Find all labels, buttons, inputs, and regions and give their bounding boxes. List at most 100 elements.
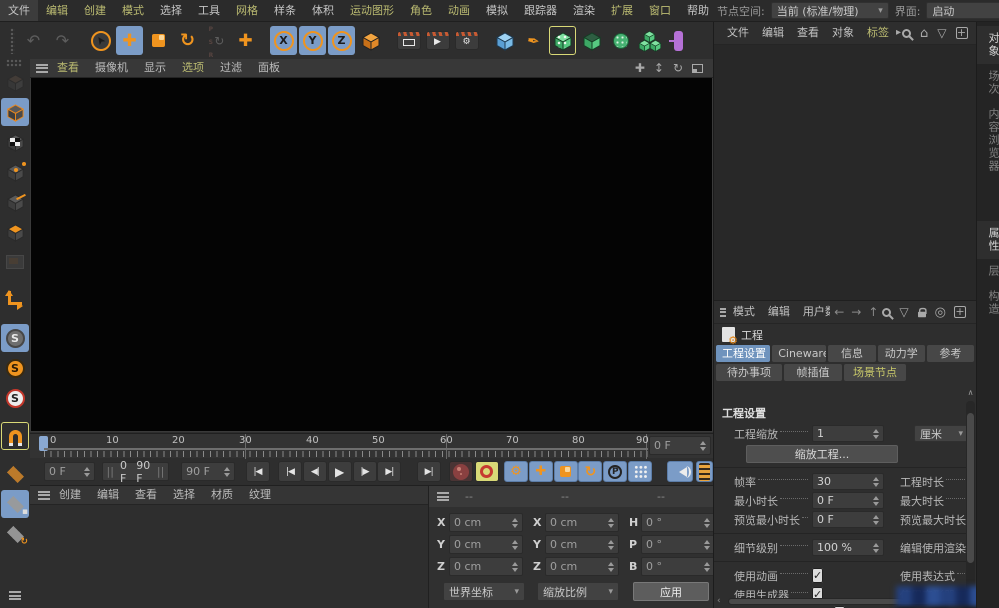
tab-todo[interactable]: 待办事项 [716, 364, 782, 381]
objman-menu-object[interactable]: 对象 [826, 22, 860, 44]
align-workplane-button[interactable]: ↻ [1, 520, 29, 548]
tab-layers-vertical[interactable]: 层 [977, 259, 999, 284]
apply-button[interactable]: 应用 [633, 582, 709, 601]
ruler-track[interactable]: 0 10 20 30 40 50 60 70 80 90 [44, 434, 648, 459]
spinner-icon[interactable] [873, 515, 879, 525]
zoom-view-icon[interactable]: ↕ [654, 62, 664, 74]
render-picture-viewer-button[interactable]: ▶ [424, 26, 451, 55]
scale-tool[interactable] [145, 26, 172, 55]
scrollbar-thumb[interactable] [967, 413, 974, 563]
range-display[interactable]: || 0 F 90 F || [102, 462, 170, 481]
material-menu-select[interactable]: 选择 [166, 486, 202, 504]
tab-reference[interactable]: 参考 [927, 345, 974, 362]
spinner-icon[interactable] [704, 540, 710, 550]
lod-field[interactable]: 100 % [812, 539, 884, 556]
field-force-button[interactable] [665, 26, 692, 55]
node-space-select[interactable]: 当前 (标准/物理) ▾ [771, 2, 889, 19]
scroll-up-icon[interactable]: ∧ [966, 389, 975, 397]
scale-x-field[interactable]: 0 cm [545, 513, 619, 532]
axis-z-toggle[interactable]: Z [328, 26, 355, 55]
objman-menu-file[interactable]: 文件 [721, 22, 755, 44]
scale-project-button[interactable]: 缩放工程... [746, 445, 898, 463]
attr-menu-edit[interactable]: 编辑 [762, 301, 796, 323]
material-menu-texture[interactable]: 纹理 [242, 486, 278, 504]
coordinate-system-toggle[interactable] [357, 26, 384, 55]
undo-button[interactable]: ↶ [20, 26, 47, 55]
tab-dynamics[interactable]: 动力学 [878, 345, 925, 362]
last-tool-psr[interactable]: PSR↻ [203, 26, 230, 55]
objman-menu-tags[interactable]: 标签 [861, 22, 895, 44]
coordinates-menu-icon[interactable] [437, 492, 449, 501]
start-frame-field[interactable]: 0 F [44, 462, 95, 481]
palette-grip[interactable] [6, 59, 22, 67]
search-icon[interactable] [882, 308, 891, 317]
material-menu-create[interactable]: 创建 [52, 486, 88, 504]
palette-menu-icon[interactable] [9, 591, 21, 600]
menu-mesh[interactable]: 网格 [228, 0, 266, 21]
tab-objects-vertical[interactable]: 对象 [977, 26, 999, 64]
tab-structure-vertical[interactable]: 构造 [977, 284, 999, 322]
menu-simulate[interactable]: 模拟 [478, 0, 516, 21]
tab-content-browser-vertical[interactable]: 内容浏览器 [977, 102, 999, 179]
spinner-icon[interactable] [873, 429, 879, 439]
chevron-right-icon[interactable]: ▸ [896, 28, 901, 38]
coordinate-mode-select[interactable]: 世界坐标▾ [443, 582, 525, 601]
point-mode-button[interactable] [1, 158, 29, 186]
rotation-b-field[interactable]: 0 ° [641, 557, 715, 576]
objman-menu-edit[interactable]: 编辑 [756, 22, 790, 44]
viewport-menu-icon[interactable] [36, 64, 48, 73]
subdivision-surface-button[interactable] [549, 26, 576, 55]
primitive-cube-button[interactable] [491, 26, 518, 55]
autokey-button[interactable] [475, 461, 499, 482]
play-button[interactable]: ▶ [328, 461, 352, 482]
goto-start-button[interactable]: |◀ [246, 461, 270, 482]
add-icon[interactable]: + [954, 306, 966, 318]
filter-icon[interactable]: ▽ [937, 27, 946, 39]
menu-mograph[interactable]: 运动图形 [342, 0, 402, 21]
attr-menu-mode[interactable]: 模式 [727, 301, 761, 323]
attribute-menu-icon[interactable] [720, 308, 726, 317]
home-icon[interactable]: ⌂ [920, 27, 928, 40]
spinner-icon[interactable] [512, 540, 518, 550]
toolbar-grip[interactable] [10, 28, 15, 54]
viewport-canvas[interactable] [30, 78, 713, 432]
project-scale-field[interactable]: 1 [812, 425, 884, 442]
position-y-field[interactable]: 0 cm [449, 535, 523, 554]
timeline-ruler[interactable]: 0 10 20 30 40 50 60 70 80 90 0 F [30, 433, 713, 458]
min-time-field[interactable]: 0 F [812, 492, 884, 509]
fps-field[interactable]: 30 [812, 473, 884, 490]
axis-y-toggle[interactable]: Y [299, 26, 326, 55]
vertical-scrollbar[interactable] [966, 401, 975, 596]
up-arrow-icon[interactable]: ↑ [865, 305, 881, 319]
menu-volume[interactable]: 体积 [304, 0, 342, 21]
tab-takes-vertical[interactable]: 场次 [977, 64, 999, 102]
lock-workplane-button[interactable]: ▪ [1, 490, 29, 518]
viewport-menu-view[interactable]: 查看 [50, 59, 86, 77]
position-x-field[interactable]: 0 cm [449, 513, 523, 532]
viewport-menu-panel[interactable]: 面板 [251, 59, 287, 77]
spinner-icon[interactable] [873, 496, 879, 506]
forward-arrow-icon[interactable]: → [848, 305, 864, 319]
generator-button[interactable] [578, 26, 605, 55]
render-view-button[interactable] [395, 26, 422, 55]
live-selection-tool[interactable]: ➤ [87, 26, 114, 55]
search-icon[interactable] [902, 29, 911, 38]
menu-character[interactable]: 角色 [402, 0, 440, 21]
viewport-menu-display[interactable]: 显示 [137, 59, 173, 77]
tab-info[interactable]: 信息 [828, 345, 875, 362]
next-frame-button[interactable]: |▶ [353, 461, 377, 482]
axis-mode-button[interactable] [1, 284, 29, 312]
deformer-button[interactable] [607, 26, 634, 55]
tab-frame-interpolation[interactable]: 帧插值 [784, 364, 842, 381]
prev-key-button[interactable]: |◀ [278, 461, 302, 482]
preview-min-field[interactable]: 0 F [812, 511, 884, 528]
current-frame-field[interactable]: 0 F [649, 436, 711, 455]
keyframe-presets-button[interactable] [696, 461, 713, 482]
menu-spline[interactable]: 样条 [266, 0, 304, 21]
material-menu-edit[interactable]: 编辑 [90, 486, 126, 504]
key-parameter-toggle[interactable]: P [603, 461, 627, 482]
render-settings-button[interactable]: ⚙ [453, 26, 480, 55]
menu-render[interactable]: 渲染 [565, 0, 603, 21]
key-rotation-toggle[interactable]: ↻ [578, 461, 602, 482]
add-layer-icon[interactable]: + [956, 27, 968, 39]
